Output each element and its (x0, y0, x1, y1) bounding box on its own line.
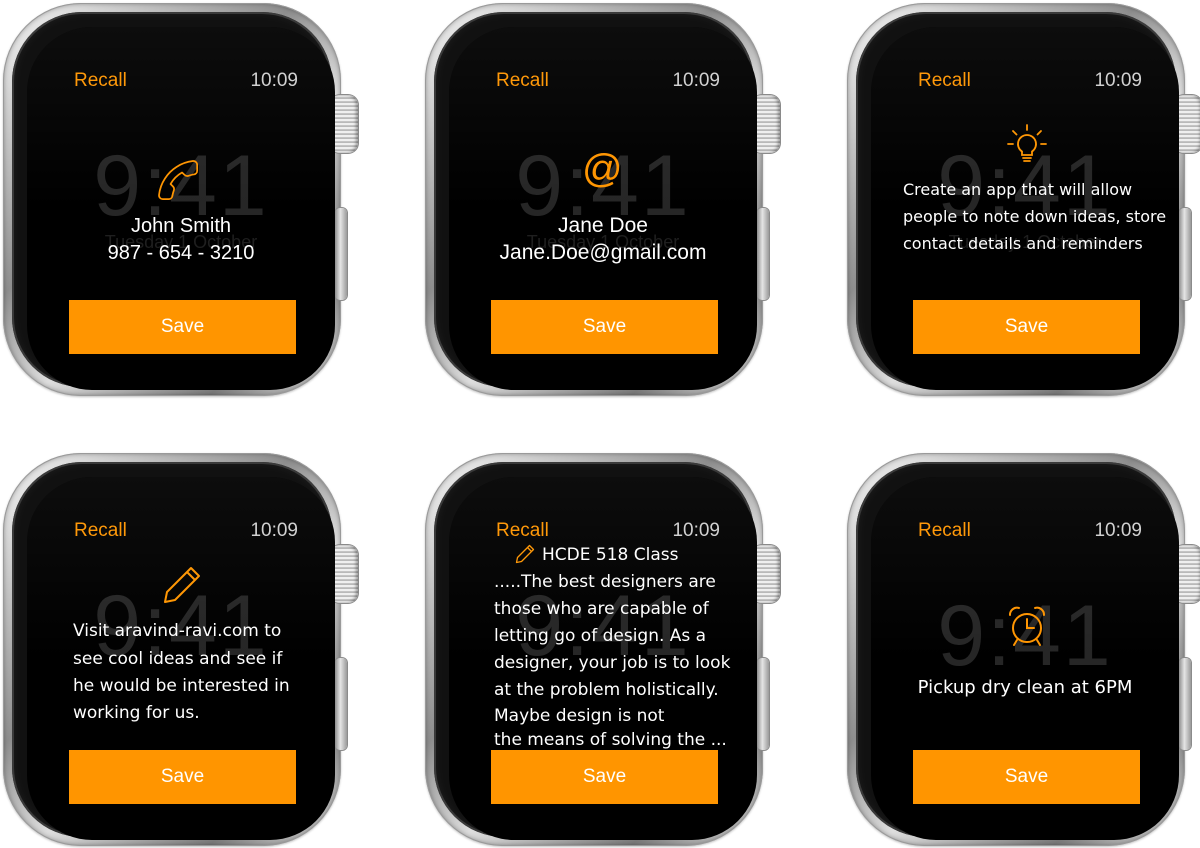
watch-note-visit: 9:41 Recall 10:09 Visit aravind-ravi.com… (3, 453, 383, 848)
alarm-clock-icon (1005, 604, 1049, 652)
idea-line-3: contact details and reminders (903, 234, 1143, 253)
app-title[interactable]: Recall (496, 520, 549, 542)
pencil-icon (514, 543, 536, 569)
watch-screen: 9:41 Tuesday 1 October Recall 10:09 John… (27, 27, 335, 390)
watch-screen: 9:41 Tuesday 1 October Recall 10:09 @ Ja… (449, 27, 757, 390)
save-button[interactable]: Save (913, 750, 1140, 804)
save-button[interactable]: Save (69, 300, 296, 354)
note-line-4: working for us. (73, 703, 200, 723)
app-title[interactable]: Recall (74, 70, 127, 92)
app-title[interactable]: Recall (918, 70, 971, 92)
watch-note-class: 9:41 Recall 10:09 HCDE 518 Class .....Th… (425, 453, 805, 848)
note-line-3: letting go of design. As a (494, 626, 707, 646)
idea-line-2: people to note down ideas, store (903, 207, 1167, 226)
side-button[interactable] (757, 658, 769, 750)
side-button[interactable] (757, 208, 769, 300)
note-line-7: the means of solving the ... (494, 730, 727, 750)
contact-name: John Smith (130, 215, 232, 237)
phone-icon (155, 157, 201, 207)
status-time: 10:09 (250, 70, 298, 91)
note-line-4: designer, your job is to look (494, 653, 731, 673)
watch-reminder: 9:41 Recall 10:09 Pickup dry clean at 6P… (847, 453, 1200, 848)
save-button[interactable]: Save (491, 300, 718, 354)
contact-phone: 987 - 654 - 3210 (107, 242, 255, 264)
side-button[interactable] (1179, 208, 1191, 300)
side-button[interactable] (1179, 658, 1191, 750)
lightbulb-icon (1005, 123, 1049, 171)
watch-screen: 9:41 Recall 10:09 Pickup dry clean at 6P… (871, 477, 1179, 840)
status-time: 10:09 (1094, 520, 1142, 541)
side-button[interactable] (335, 658, 347, 750)
note-line-2: see cool ideas and see if (73, 649, 283, 669)
pencil-icon (160, 563, 204, 611)
save-button[interactable]: Save (491, 750, 718, 804)
idea-line-1: Create an app that will allow (903, 180, 1133, 199)
status-time: 10:09 (1094, 70, 1142, 91)
watch-screen: 9:41 Recall 10:09 Visit aravind-ravi.com… (27, 477, 335, 840)
watch-contact-phone: 9:41 Tuesday 1 October Recall 10:09 John… (3, 3, 383, 398)
app-title[interactable]: Recall (918, 520, 971, 542)
watch-bezel: 9:41 Tuesday 1 October Recall 10:09 Crea… (856, 12, 1179, 390)
watch-bezel: 9:41 Tuesday 1 October Recall 10:09 John… (12, 12, 335, 390)
watch-bezel: 9:41 Tuesday 1 October Recall 10:09 @ Ja… (434, 12, 757, 390)
watch-contact-email: 9:41 Tuesday 1 October Recall 10:09 @ Ja… (425, 3, 805, 398)
watch-screen: 9:41 Tuesday 1 October Recall 10:09 Crea… (871, 27, 1179, 390)
save-button[interactable]: Save (69, 750, 296, 804)
side-button[interactable] (335, 208, 347, 300)
note-title: HCDE 518 Class (542, 545, 679, 565)
status-time: 10:09 (672, 520, 720, 541)
contact-name: Jane Doe (558, 214, 648, 237)
watch-bezel: 9:41 Recall 10:09 Visit aravind-ravi.com… (12, 462, 335, 840)
save-button[interactable]: Save (913, 300, 1140, 354)
at-sign-icon: @ (582, 147, 623, 191)
note-line-3: he would be interested in (73, 676, 290, 696)
watch-bezel: 9:41 Recall 10:09 HCDE 518 Class .....Th… (434, 462, 757, 840)
watch-screen: 9:41 Recall 10:09 HCDE 518 Class .....Th… (449, 477, 757, 840)
contact-email: Jane.Doe@gmail.com (499, 241, 707, 264)
reminder-text: Pickup dry clean at 6PM (917, 677, 1133, 698)
note-line-2: those who are capable of (494, 599, 709, 619)
app-title[interactable]: Recall (74, 520, 127, 542)
status-time: 10:09 (250, 520, 298, 541)
note-line-1: .....The best designers are (494, 572, 716, 592)
note-line-6: Maybe design is not (494, 706, 665, 726)
watch-bezel: 9:41 Recall 10:09 Pickup dry clean at 6P… (856, 462, 1179, 840)
status-time: 10:09 (672, 70, 720, 91)
note-line-5: at the problem holistically. (494, 680, 719, 700)
app-title[interactable]: Recall (496, 70, 549, 92)
note-line-1: Visit aravind-ravi.com to (73, 621, 282, 641)
watch-idea: 9:41 Tuesday 1 October Recall 10:09 Crea… (847, 3, 1200, 398)
